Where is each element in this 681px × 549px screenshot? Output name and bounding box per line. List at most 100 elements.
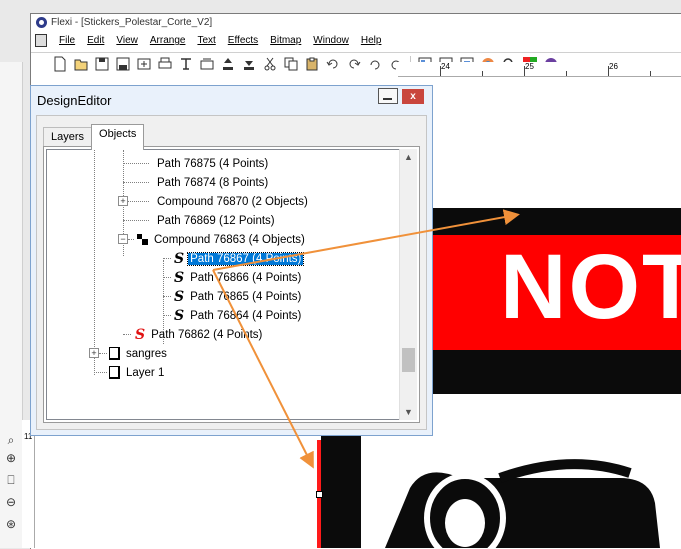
scroll-up-icon[interactable]: ▲ xyxy=(400,149,417,165)
tree-item-label: sangres xyxy=(126,347,167,360)
object-tree[interactable]: + − + Path 76875 (4 Points) Path 76874 (… xyxy=(46,149,400,420)
tree-item-label: Path 76867 (4 Points) xyxy=(187,251,305,266)
print-icon[interactable] xyxy=(156,55,174,73)
tree-guide xyxy=(123,220,149,221)
menu-file[interactable]: File xyxy=(53,35,81,46)
document-menu-icon[interactable] xyxy=(35,34,47,47)
tree-item[interactable]: sangres xyxy=(109,344,169,363)
tree-item-label: Path 76866 (4 Points) xyxy=(190,271,302,284)
tree-guide xyxy=(123,182,149,183)
tree-item-label: Path 76874 (8 Points) xyxy=(157,176,269,189)
zoom-minus-tool-icon[interactable]: ⊖ xyxy=(3,494,19,510)
tree-item-label: Path 76869 (12 Points) xyxy=(157,214,275,227)
scroll-thumb[interactable] xyxy=(402,348,415,372)
tree-item[interactable]: S Path 76864 (4 Points) xyxy=(174,306,303,325)
menu-effects[interactable]: Effects xyxy=(222,35,264,46)
tree-item[interactable]: S Path 76865 (4 Points) xyxy=(174,287,303,306)
save-as-icon[interactable] xyxy=(114,55,132,73)
banner-top-black[interactable] xyxy=(396,208,681,235)
design-editor-panel: DesignEditor x Layers Objects + − + Path… xyxy=(30,85,433,436)
menu-help[interactable]: Help xyxy=(355,35,388,46)
import-icon[interactable] xyxy=(135,55,153,73)
ruler-tick xyxy=(440,66,441,76)
zoom-in-tool-icon[interactable]: ⊕ xyxy=(3,450,19,466)
selection-handle[interactable] xyxy=(316,491,323,498)
save-icon[interactable] xyxy=(93,55,111,73)
layer-icon xyxy=(109,366,120,379)
path-object-icon: S xyxy=(174,288,185,305)
ruler-label-26: 26 xyxy=(609,62,618,71)
production-manager-icon[interactable] xyxy=(198,55,216,73)
ruler-tick xyxy=(566,71,567,76)
path-object-icon: S xyxy=(174,250,185,267)
title-bar: Flexi - [Stickers_Polestar_Corte_V2] xyxy=(31,14,681,31)
tree-item[interactable]: S Path 76866 (4 Points) xyxy=(174,268,303,287)
menu-window[interactable]: Window xyxy=(307,35,355,46)
send-backward-icon[interactable] xyxy=(240,55,258,73)
tree-item-label: Path 76865 (4 Points) xyxy=(190,290,302,303)
tree-item-selected[interactable]: S Path 76867 (4 Points) xyxy=(174,249,305,268)
paste-icon[interactable] xyxy=(303,55,321,73)
layer-icon xyxy=(109,347,120,360)
ruler-tick xyxy=(524,66,525,76)
tree-item-label: Path 76864 (4 Points) xyxy=(190,309,302,322)
design-editor-body: Layers Objects + − + Path 76875 (4 Point… xyxy=(36,115,427,430)
tree-guide xyxy=(163,258,171,259)
banner-text: NOT xyxy=(500,236,681,338)
expand-toggle[interactable]: + xyxy=(118,196,128,206)
tree-item[interactable]: Layer 1 xyxy=(109,363,166,382)
tab-objects[interactable]: Objects xyxy=(91,124,145,150)
tree-guide xyxy=(123,163,149,164)
path-object-red-icon: S xyxy=(135,326,146,343)
tree-item[interactable]: Compound 76870 (2 Objects) xyxy=(155,192,310,211)
top-ruler[interactable]: 24 25 26 xyxy=(398,62,681,77)
close-button[interactable]: x xyxy=(402,89,424,104)
scroll-down-icon[interactable]: ▼ xyxy=(400,404,417,420)
tree-item[interactable]: Path 76875 (4 Points) xyxy=(155,154,270,173)
menu-bitmap[interactable]: Bitmap xyxy=(264,35,307,46)
menu-view[interactable]: View xyxy=(110,35,144,46)
menu-text[interactable]: Text xyxy=(191,35,221,46)
tree-guide xyxy=(123,334,131,335)
tree-guide xyxy=(94,372,107,373)
tree-guide xyxy=(99,353,107,354)
camera-artwork-icon[interactable] xyxy=(370,448,681,548)
tree-scrollbar[interactable]: ▲ ▼ xyxy=(399,149,417,420)
banner-bottom-black[interactable] xyxy=(396,350,681,394)
menu-edit[interactable]: Edit xyxy=(81,35,110,46)
copy-icon[interactable] xyxy=(282,55,300,73)
menu-arrange[interactable]: Arrange xyxy=(144,35,192,46)
tree-item[interactable]: Path 76869 (12 Points) xyxy=(155,211,277,230)
pan-tool-icon[interactable]: ⊛ xyxy=(3,516,19,532)
ruler-label-25: 25 xyxy=(525,62,534,71)
open-file-icon[interactable] xyxy=(72,55,90,73)
banner-red-panel[interactable]: NOT xyxy=(396,235,681,350)
zoom-out-tool-icon[interactable]: ⌕ xyxy=(3,432,19,448)
undo-icon[interactable] xyxy=(324,55,342,73)
expand-toggle[interactable]: + xyxy=(89,348,99,358)
send-forward-icon[interactable] xyxy=(219,55,237,73)
objects-pane: + − + Path 76875 (4 Points) Path 76874 (… xyxy=(43,146,420,423)
cut-plot-icon[interactable] xyxy=(177,55,195,73)
tree-item[interactable]: S Path 76862 (4 Points) xyxy=(135,325,264,344)
cut-icon[interactable] xyxy=(261,55,279,73)
zoom-page-tool-icon[interactable]: ⎕ xyxy=(3,472,19,488)
new-document-icon[interactable] xyxy=(51,55,69,73)
left-ruler[interactable]: 11 xyxy=(22,420,35,548)
ruler-tick xyxy=(608,66,609,76)
tab-strip: Layers Objects xyxy=(43,124,145,150)
tree-item[interactable]: Path 76874 (8 Points) xyxy=(155,173,270,192)
undo-list-icon[interactable] xyxy=(366,55,384,73)
tree-item-label: Compound 76863 (4 Objects) xyxy=(154,233,305,246)
redo-icon[interactable] xyxy=(345,55,363,73)
window-title: Flexi - [Stickers_Polestar_Corte_V2] xyxy=(51,17,213,28)
minimize-button[interactable] xyxy=(378,88,398,104)
tree-guide xyxy=(163,296,171,297)
tree-guide xyxy=(163,277,171,278)
tree-item[interactable]: Compound 76863 (4 Objects) xyxy=(137,230,307,249)
collapse-toggle[interactable]: − xyxy=(118,234,128,244)
flexi-logo-icon xyxy=(36,17,47,28)
design-editor-title: DesignEditor xyxy=(37,92,112,108)
menu-bar: File Edit View Arrange Text Effects Bitm… xyxy=(31,32,681,49)
tool-palette: ⌕ ⊕ ⎕ ⊖ ⊛ xyxy=(0,62,23,548)
